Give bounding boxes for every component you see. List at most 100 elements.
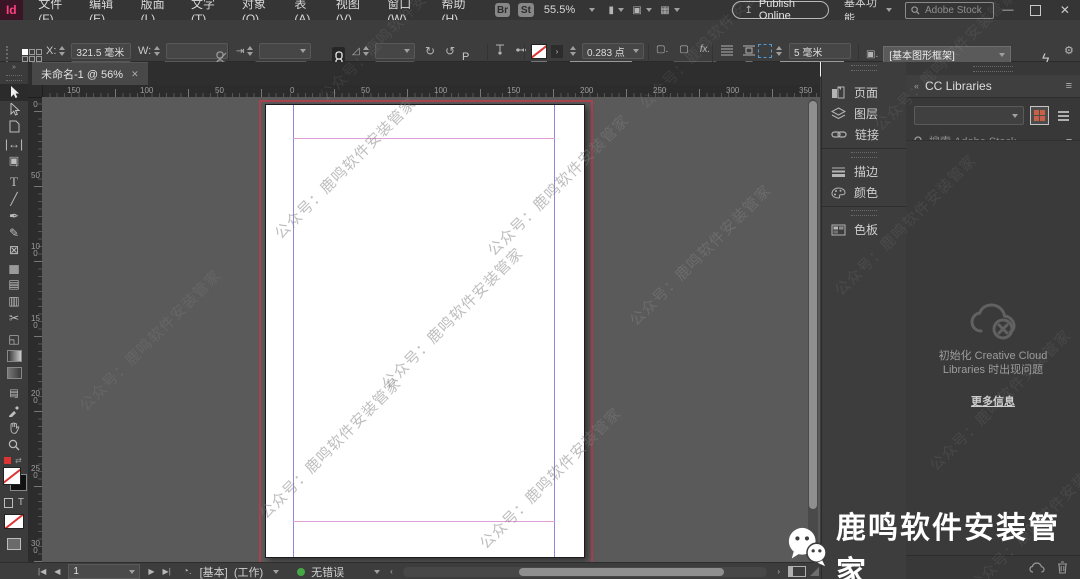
menu-help[interactable]: 帮助(H) — [433, 0, 485, 26]
previous-page-button[interactable]: ◀ — [50, 567, 64, 576]
panel-menu-icon[interactable]: ≡ — [1066, 80, 1072, 92]
more-info-link[interactable]: 更多信息 — [971, 396, 1015, 408]
stroke-color-flyout[interactable]: › — [551, 45, 563, 58]
shear-stepper[interactable] — [362, 46, 369, 56]
stock-button[interactable]: St — [517, 3, 534, 17]
selection-tool[interactable] — [0, 84, 28, 101]
collapse-tools-icon[interactable]: » — [0, 62, 28, 72]
menu-window[interactable]: 窗口(W) — [378, 0, 432, 26]
object-style-dropdown[interactable]: [基本图形框架] — [883, 46, 1012, 63]
maximize-button[interactable] — [1022, 4, 1050, 16]
control-panel-gear-button[interactable]: ⚙ — [1064, 44, 1074, 57]
column-guide-left[interactable] — [293, 105, 294, 557]
preflight-profile-dropdown[interactable]: [基本] (工作) — [200, 564, 280, 579]
effects-fx-button[interactable]: fx. — [700, 44, 711, 55]
stroke-weight-stepper[interactable] — [570, 46, 576, 56]
tools-grip[interactable] — [6, 75, 22, 81]
publish-online-button[interactable]: ↥ Publish Online — [731, 0, 829, 22]
scale-x-stepper[interactable] — [247, 46, 254, 56]
rectangle-tool[interactable]: ▅ — [0, 258, 28, 275]
adobe-stock-search[interactable]: Adobe Stock — [905, 1, 994, 19]
free-transform-tool[interactable]: ◱ — [0, 330, 28, 347]
content-collector-tool[interactable]: ▣̩ — [0, 152, 28, 169]
formatting-affects-container-icon[interactable] — [4, 497, 13, 508]
dock-grip[interactable] — [851, 210, 877, 216]
library-select-dropdown[interactable] — [914, 106, 1024, 125]
collapse-panel-icon[interactable]: « — [914, 81, 919, 91]
grid-view-button[interactable] — [1030, 106, 1049, 125]
page-tool[interactable] — [0, 118, 28, 135]
align-top-button[interactable] — [494, 44, 506, 56]
panel-button-stroke[interactable]: 描边 — [822, 161, 906, 182]
vertical-grid-tool[interactable]: ▥ — [0, 292, 28, 309]
hand-tool[interactable] — [0, 419, 28, 436]
view-mode-button[interactable] — [0, 535, 28, 552]
preflight-icon[interactable]: ◔. — [183, 566, 192, 577]
pasteboard[interactable] — [42, 97, 820, 562]
bridge-button[interactable]: Br — [494, 3, 511, 17]
panel-button-pages[interactable]: 页面 — [822, 82, 906, 103]
wrap-around-bounding-box-button[interactable] — [742, 44, 756, 56]
formatting-affects-text-icon[interactable]: T — [18, 497, 24, 508]
distribute-horizontal-button[interactable] — [515, 44, 527, 56]
cc-libraries-tab[interactable]: CC Libraries — [925, 79, 992, 93]
first-page-button[interactable]: |◀ — [34, 567, 50, 576]
panel-button-layers[interactable]: 图层 — [822, 103, 906, 124]
page-number-dropdown[interactable]: 1 — [68, 564, 141, 579]
document-tab[interactable]: 未命名-1 @ 56% ✕ — [32, 62, 148, 85]
last-page-button[interactable]: ▶| — [159, 567, 175, 576]
panel-button-swatches[interactable]: 色板 — [822, 219, 906, 240]
apply-none-button[interactable] — [4, 514, 24, 529]
note-tool[interactable]: ▤̱ — [0, 385, 28, 402]
rectangle-frame-tool[interactable]: ⊠ — [0, 241, 28, 258]
pen-tool[interactable]: ✒ — [0, 207, 28, 224]
x-field[interactable]: 321.5 毫米 — [71, 43, 132, 59]
dock-grip[interactable] — [851, 152, 877, 158]
no-text-wrap-button[interactable] — [720, 44, 734, 56]
shear-dropdown[interactable] — [374, 43, 415, 59]
corner-shape-icon[interactable]: ▢ — [679, 44, 688, 55]
type-tool[interactable]: T — [0, 173, 28, 190]
wrap-offset-field[interactable]: 5 毫米 — [789, 43, 851, 59]
horizontal-scrollbar-thumb[interactable] — [519, 567, 724, 576]
menu-table[interactable]: 表(A) — [285, 0, 326, 26]
rotate-cw-button[interactable]: ↻ — [425, 44, 435, 58]
wrap-offset-stepper[interactable] — [776, 46, 782, 56]
panel-button-links[interactable]: 链接 — [822, 124, 906, 145]
zoom-tool[interactable] — [0, 436, 28, 453]
cc-panel-grip[interactable] — [973, 66, 1013, 72]
view-options-dropdown[interactable]: ▣ — [632, 5, 652, 16]
gradient-feather-tool[interactable] — [0, 364, 28, 381]
scroll-right-icon[interactable]: › — [773, 567, 784, 576]
stroke-color-swatch-none[interactable] — [531, 44, 547, 59]
menu-edit[interactable]: 编辑(E) — [80, 0, 131, 26]
pencil-tool[interactable]: ✎ — [0, 224, 28, 241]
panel-button-color[interactable]: 颜色 — [822, 182, 906, 203]
dock-grip[interactable] — [851, 65, 877, 71]
fill-swatch-toolbar[interactable] — [3, 467, 21, 485]
screen-mode-dropdown[interactable]: ▮ — [609, 5, 625, 16]
gradient-swatch-tool[interactable] — [0, 347, 28, 364]
menu-type[interactable]: 文字(T) — [182, 0, 233, 26]
rotate-ccw-button[interactable]: ↺ — [445, 44, 455, 58]
vertical-scrollbar-thumb[interactable] — [809, 101, 817, 509]
arrange-documents-dropdown[interactable]: ▦ — [660, 5, 680, 16]
horizontal-scrollbar-track[interactable] — [402, 566, 768, 577]
line-tool[interactable]: ╱ — [0, 190, 28, 207]
minimize-button[interactable]: — — [994, 4, 1022, 16]
menu-view[interactable]: 视图(V) — [327, 0, 378, 26]
x-stepper[interactable] — [59, 46, 66, 56]
margin-guide-bottom[interactable] — [293, 521, 555, 522]
ruler-origin-corner[interactable] — [28, 85, 43, 98]
document-page[interactable] — [265, 104, 585, 558]
scroll-left-icon[interactable]: ‹ — [386, 567, 397, 576]
gap-tool[interactable]: |↔| — [0, 135, 28, 152]
vertical-scrollbar-track[interactable] — [808, 99, 818, 547]
corner-options-icon[interactable]: ▢. — [656, 44, 668, 55]
menu-object[interactable]: 对象(O) — [233, 0, 286, 26]
next-page-button[interactable]: ▶ — [144, 567, 158, 576]
zoom-level-dropdown[interactable]: 55.5% — [544, 4, 596, 16]
swap-fill-stroke-icon[interactable]: ⇄ — [15, 456, 22, 465]
close-button[interactable]: ✕ — [1050, 3, 1080, 17]
w-stepper[interactable] — [154, 46, 161, 56]
